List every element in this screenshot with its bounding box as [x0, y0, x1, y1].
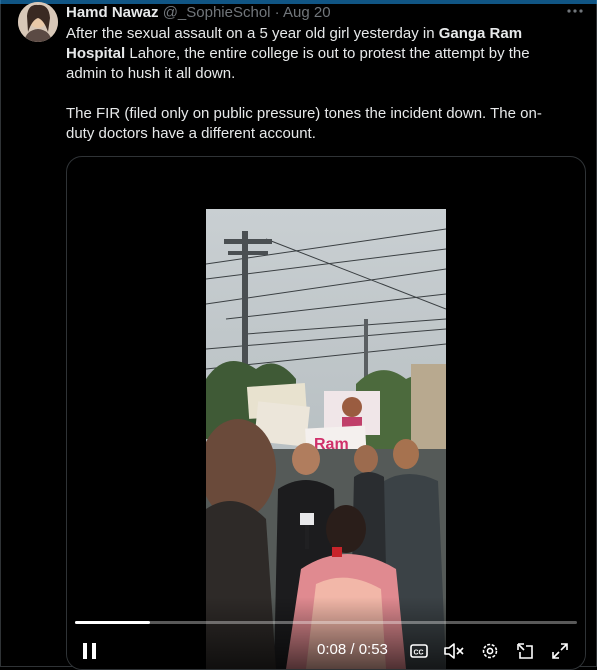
video-player[interactable]: Ram 0:08 / 0:53 CC — [66, 156, 586, 670]
author-avatar[interactable] — [18, 2, 58, 42]
time-display: 0:08 / 0:53 — [317, 641, 388, 658]
more-icon[interactable] — [566, 2, 584, 25]
pip-icon[interactable] — [515, 641, 535, 666]
controls-overlay — [67, 597, 585, 669]
author-name[interactable]: Hamd Nawaz — [66, 4, 159, 21]
mute-icon[interactable] — [443, 641, 465, 666]
pause-icon[interactable] — [81, 641, 99, 666]
tweet-paragraph-2: The FIR (filed only on public pressure) … — [66, 105, 542, 142]
tweet-text-run: Lahore, the entire college is out to pro… — [66, 45, 530, 82]
avatar-image — [18, 2, 58, 42]
progress-fill — [75, 621, 151, 624]
tweet-text: After the sexual assault on a 5 year old… — [66, 24, 566, 144]
svg-text:CC: CC — [414, 650, 424, 657]
captions-icon[interactable]: CC — [409, 641, 429, 666]
fullscreen-icon[interactable] — [550, 641, 570, 666]
tweet-header: Hamd Nawaz @_SophieSchol · Aug 20 — [66, 3, 331, 23]
tweet-text-run: After the sexual assault on a 5 year old… — [66, 25, 439, 42]
author-handle-time[interactable]: @_SophieSchol · Aug 20 — [163, 4, 331, 21]
settings-icon[interactable] — [480, 641, 500, 666]
progress-bar[interactable] — [75, 621, 577, 624]
tweet-paragraph-1: After the sexual assault on a 5 year old… — [66, 24, 566, 84]
